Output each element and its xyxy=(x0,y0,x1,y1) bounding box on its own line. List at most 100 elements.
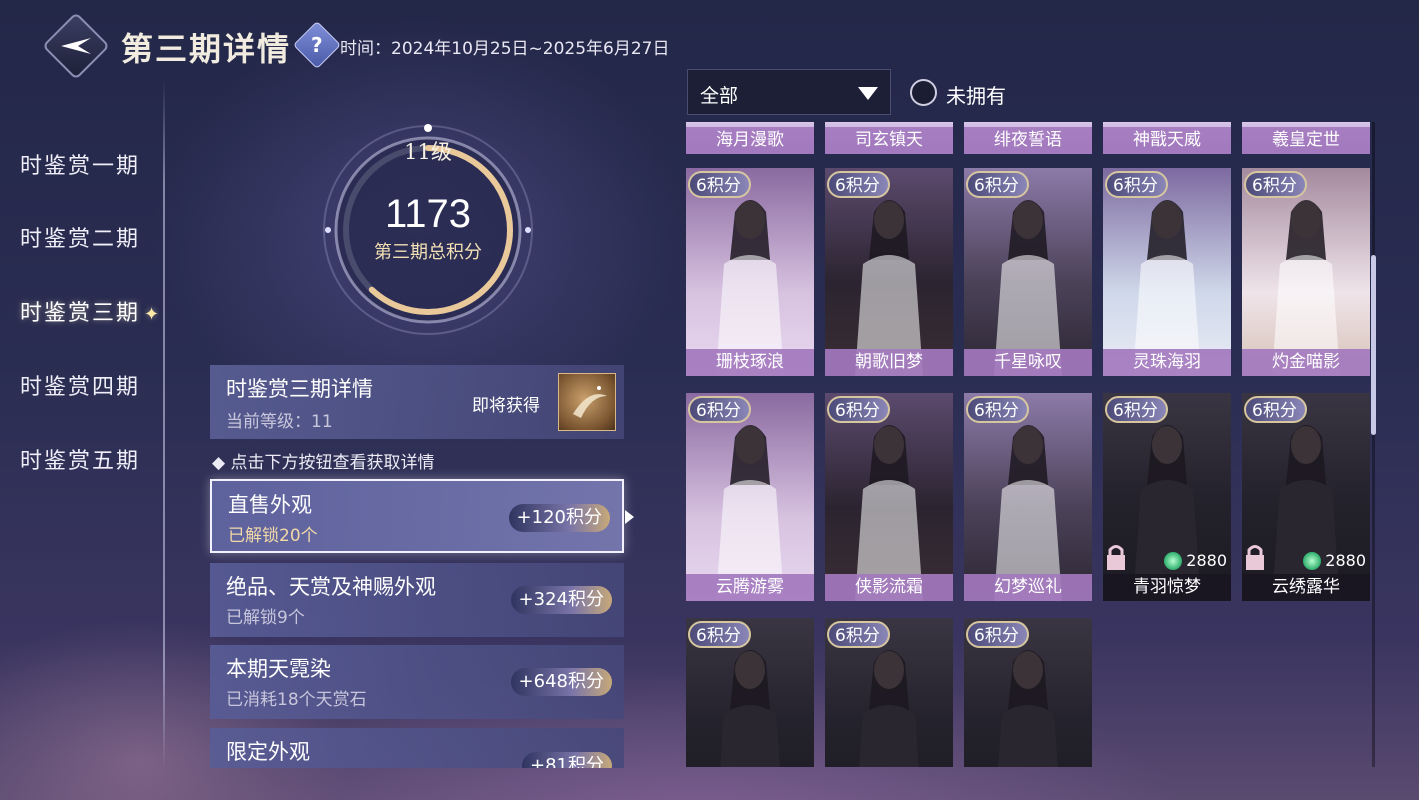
outfit-card[interactable]: 6积分 xyxy=(686,618,814,767)
outfit-card[interactable]: 6积分侠影流霜 xyxy=(825,393,953,601)
chevron-down-icon xyxy=(858,87,878,100)
points-badge: 6积分 xyxy=(1244,171,1307,198)
points-badge: 6积分 xyxy=(1244,396,1307,423)
outfit-name: 灵珠海羽 xyxy=(1103,349,1231,376)
not-owned-label[interactable]: 未拥有 xyxy=(946,80,1006,109)
points-badge: 6积分 xyxy=(827,171,890,198)
price-tag: 2880 xyxy=(1164,551,1227,570)
period-time: 时间：2024年10月25日~2025年6月27日 xyxy=(340,39,670,59)
lock-icon xyxy=(1246,544,1264,570)
task-subtitle: 已解锁9个 xyxy=(226,608,305,628)
points-badge: 6积分 xyxy=(1105,396,1168,423)
character-figure-icon xyxy=(855,425,923,601)
menu-item-label: 时鉴赏一期 xyxy=(20,154,141,179)
reward-thumbnail[interactable] xyxy=(558,373,616,431)
dropdown-value: 全部 xyxy=(700,85,739,107)
category-dropdown[interactable]: 全部 xyxy=(687,69,891,115)
task-premium-outfits[interactable]: 绝品、天赏及神赐外观 已解锁9个 +324积分 xyxy=(210,563,624,637)
outfit-name: 朝歌旧梦 xyxy=(825,349,953,376)
sparkle-icon: ✦ xyxy=(144,304,162,325)
outfit-name: 绯夜誓语 xyxy=(964,127,1092,154)
jade-coin-icon xyxy=(1303,551,1322,570)
task-limited[interactable]: 限定外观 +81积分 xyxy=(210,728,624,768)
points-badge: 6积分 xyxy=(966,621,1029,648)
scrollbar-thumb[interactable] xyxy=(1371,255,1376,435)
outfit-card[interactable]: 6积分千星咏叹 xyxy=(964,168,1092,376)
outfit-card[interactable]: 羲皇定世 xyxy=(1242,122,1370,154)
menu-item-period-3[interactable]: 时鉴赏三期 ✦ xyxy=(20,295,161,327)
task-subtitle: 已消耗18个天赏石 xyxy=(226,690,367,710)
task-points-badge: +81积分 xyxy=(522,752,612,768)
character-figure-icon xyxy=(994,200,1062,376)
menu-item-period-1[interactable]: 时鉴赏一期 xyxy=(20,148,140,180)
scrollbar-track[interactable] xyxy=(1372,122,1375,767)
detail-title: 时鉴赏三期详情 xyxy=(226,377,373,401)
outfit-card[interactable]: 司玄镇天 xyxy=(825,122,953,154)
menu-item-period-2[interactable]: 时鉴赏二期 xyxy=(20,221,140,253)
page-title: 第三期详情 xyxy=(121,30,292,68)
outfit-portrait xyxy=(1242,168,1370,376)
menu-item-period-4[interactable]: 时鉴赏四期 xyxy=(20,369,140,401)
points-badge: 6积分 xyxy=(1105,171,1168,198)
outfit-card[interactable]: 6积分 2880 云绣露华 xyxy=(1242,393,1370,601)
points-badge: 6积分 xyxy=(688,171,751,198)
menu-item-label: 时鉴赏五期 xyxy=(20,449,141,474)
outfit-name: 神戬天威 xyxy=(1103,127,1231,154)
task-title: 限定外观 xyxy=(226,740,310,764)
outfit-card[interactable]: 6积分 2880 青羽惊梦 xyxy=(1103,393,1231,601)
points-badge: 6积分 xyxy=(966,396,1029,423)
outfit-portrait xyxy=(825,168,953,376)
outfit-name: 千星咏叹 xyxy=(964,349,1092,376)
outfit-card[interactable]: 6积分 云腾游雾 xyxy=(686,393,814,601)
outfit-card[interactable]: 海月漫歌 xyxy=(686,122,814,154)
hint-text: ◆ 点击下方按钮查看获取详情 xyxy=(212,453,435,473)
outfit-name: 海月漫歌 xyxy=(686,127,814,154)
outfit-name: 幻梦巡礼 xyxy=(964,574,1092,601)
character-figure-icon xyxy=(1272,200,1340,376)
task-dye[interactable]: 本期天霓染 已消耗18个天赏石 +648积分 xyxy=(210,645,624,719)
not-owned-radio[interactable] xyxy=(910,79,937,106)
outfit-portrait xyxy=(964,168,1092,376)
outfit-name: 灼金喵影 xyxy=(1242,349,1370,376)
menu-item-label: 时鉴赏四期 xyxy=(20,375,141,400)
outfit-name: 侠影流霜 xyxy=(825,574,953,601)
menu-item-period-5[interactable]: 时鉴赏五期 xyxy=(20,443,140,475)
outfit-name: 珊枝琢浪 xyxy=(686,349,814,376)
lock-icon xyxy=(1107,544,1125,570)
moon-ornament-icon xyxy=(573,386,607,418)
outfit-card[interactable]: 6积分珊枝琢浪 xyxy=(686,168,814,376)
task-title: 直售外观 xyxy=(228,493,312,517)
outfit-card[interactable]: 神戬天威 xyxy=(1103,122,1231,154)
points-badge: 6积分 xyxy=(966,171,1029,198)
period-detail-card[interactable]: 时鉴赏三期详情 当前等级：11 即将获得 xyxy=(210,365,624,439)
menu-item-label: 时鉴赏三期 xyxy=(20,301,141,326)
outfit-card[interactable]: 绯夜誓语 xyxy=(964,122,1092,154)
outfit-portrait xyxy=(686,393,814,601)
task-subtitle: 已解锁20个 xyxy=(228,526,318,546)
ring-score: 1173 xyxy=(384,192,471,236)
task-points-badge: +324积分 xyxy=(510,586,612,614)
outfit-card[interactable]: 6积分朝歌旧梦 xyxy=(825,168,953,376)
character-figure-icon xyxy=(1133,200,1201,376)
menu-divider xyxy=(163,80,165,770)
task-title: 本期天霓染 xyxy=(226,657,331,681)
outfit-card[interactable]: 6积分 xyxy=(964,618,1092,767)
points-badge: 6积分 xyxy=(827,396,890,423)
outfit-card[interactable]: 6积分 xyxy=(825,618,953,767)
back-arrow-icon xyxy=(61,38,91,54)
task-direct-sale[interactable]: 直售外观 已解锁20个 +120积分 xyxy=(210,479,624,553)
question-icon[interactable]: ? xyxy=(292,20,342,70)
outfit-card[interactable]: 6积分灼金喵影 xyxy=(1242,168,1370,376)
active-pointer-icon xyxy=(625,510,634,524)
outfit-portrait xyxy=(686,168,814,376)
outfit-card[interactable]: 6积分幻梦巡礼 xyxy=(964,393,1092,601)
soon-label: 即将获得 xyxy=(472,396,540,416)
outfit-card[interactable]: 6积分灵珠海羽 xyxy=(1103,168,1231,376)
task-points-badge: +120积分 xyxy=(508,504,610,532)
outfit-name: 云腾游雾 xyxy=(686,574,814,601)
character-figure-icon xyxy=(716,200,784,376)
outfit-portrait xyxy=(1103,168,1231,376)
outfit-name: 司玄镇天 xyxy=(825,127,953,154)
ring-level: 11级 xyxy=(404,140,452,164)
back-button[interactable] xyxy=(42,12,110,80)
